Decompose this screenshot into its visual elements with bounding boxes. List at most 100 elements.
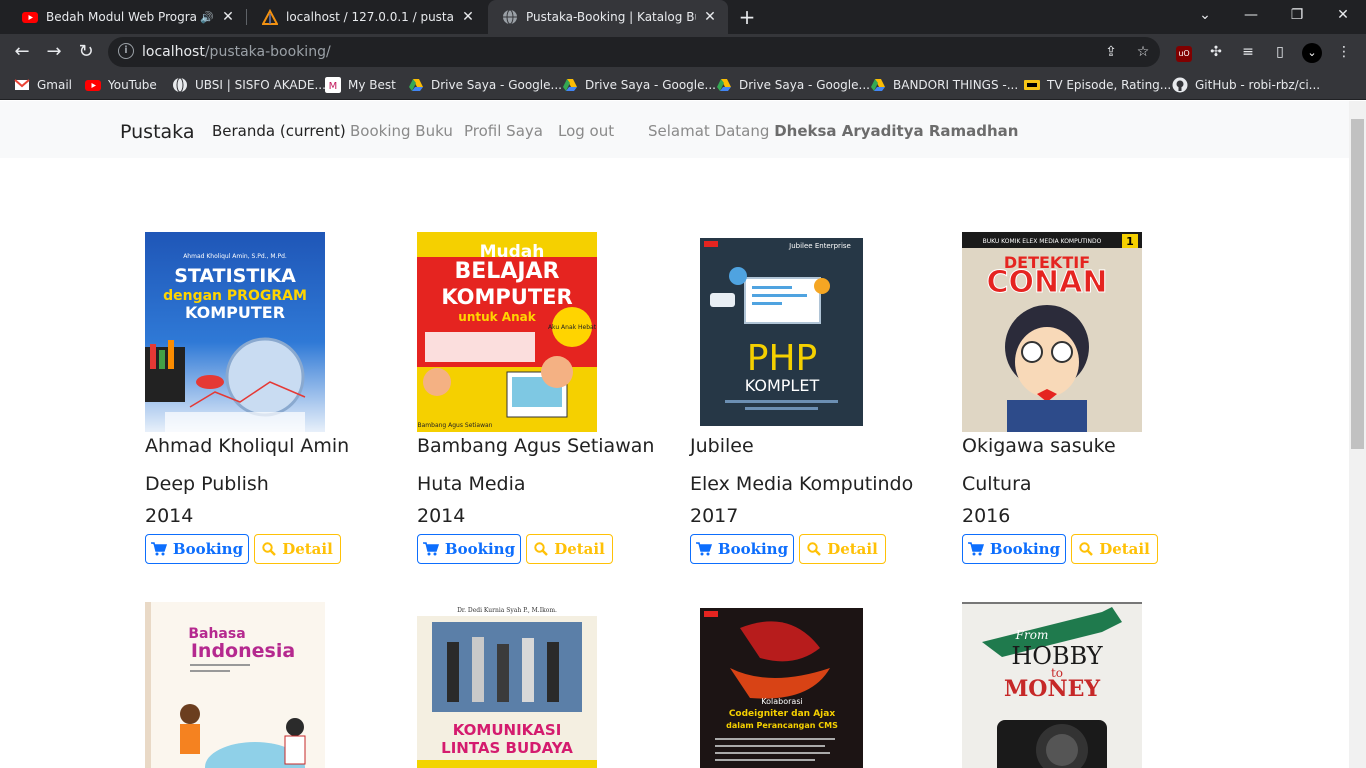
book-cover-image[interactable]: BUKU KOMIK ELEX MEDIA KOMPUTINDO 1 DETEK…	[962, 232, 1142, 432]
detail-label: Detail	[827, 540, 878, 558]
youtube-icon	[85, 80, 101, 91]
bookmark-drive-3[interactable]: Drive Saya - Google...	[716, 76, 870, 94]
nav-link-profil-saya[interactable]: Profil Saya	[464, 122, 543, 140]
menu-kebab-icon[interactable]: ⋮	[1334, 42, 1354, 62]
minimize-button[interactable]: —	[1228, 0, 1274, 30]
back-arrow-icon[interactable]: ←	[8, 38, 36, 66]
book-cover-image[interactable]: Mudah BELAJAR KOMPUTER untuk Anak Aku An…	[417, 232, 597, 432]
detail-button[interactable]: Detail	[254, 534, 341, 564]
brand-link[interactable]: Pustaka	[120, 121, 194, 143]
nav-link-beranda[interactable]: Beranda (current)	[212, 122, 346, 140]
cover-text: 1	[1126, 235, 1134, 248]
cover-text: dalam Perancangan CMS	[726, 721, 838, 730]
booking-button[interactable]: Booking	[962, 534, 1066, 564]
side-panel-icon[interactable]: ▯	[1270, 42, 1290, 62]
cover-text: Ahmad Kholiqul Amin, S.Pd., M.Pd.	[183, 253, 287, 260]
bookmark-label: Gmail	[37, 78, 73, 92]
bookmark-mybest[interactable]: M My Best	[325, 76, 396, 94]
nav-link-booking-buku[interactable]: Booking Buku	[350, 122, 453, 140]
book-card: Jubilee Enterprise PHP KOMPLET Jubilee E…	[690, 232, 940, 572]
detail-label: Detail	[282, 540, 333, 558]
book-cover-image[interactable]: Kolaborasi Codeigniter dan Ajax dalam Pe…	[700, 608, 863, 768]
bookmark-bandori[interactable]: BANDORI THINGS -...	[870, 76, 1018, 94]
book-author: Ahmad Kholiqul Amin	[145, 435, 350, 457]
browser-tab-phpmyadmin[interactable]: localhost / 127.0.0.1 / pustaka / b ✕	[248, 0, 486, 34]
close-tab-icon[interactable]: ✕	[220, 9, 236, 25]
book-card: BUKU KOMIK ELEX MEDIA KOMPUTINDO 1 DETEK…	[962, 232, 1212, 572]
bookmarks-bar: Gmail YouTube UBSI | SISFO AKADE... M My …	[0, 70, 1366, 100]
book-cover-image[interactable]: From HOBBY to MONEY	[962, 602, 1142, 768]
forward-arrow-icon[interactable]: →	[40, 38, 68, 66]
book-publisher: Deep Publish	[145, 473, 269, 495]
book-cover-image[interactable]: Dr. Dedi Kurnia Syah P., M.Ikom. KOMUNIK…	[417, 602, 597, 768]
cover-text: Jubilee Enterprise	[788, 242, 851, 250]
booking-label: Booking	[172, 540, 244, 558]
bookmark-github[interactable]: GitHub - robi-rbz/ci...	[1172, 76, 1320, 94]
bookmark-label: Drive Saya - Google...	[431, 78, 562, 92]
browser-tab-youtube[interactable]: Bedah Modul Web Programm 🔊 ✕	[8, 0, 246, 34]
cover-text: CONAN	[987, 265, 1108, 300]
url-text[interactable]: localhost/pustaka-booking/	[142, 44, 331, 60]
restore-button[interactable]: ❐	[1274, 0, 1320, 30]
book-publisher: Elex Media Komputindo	[690, 473, 914, 495]
detail-button[interactable]: Detail	[1071, 534, 1158, 564]
drive-icon	[563, 79, 577, 91]
booking-label: Booking	[444, 540, 516, 558]
site-info-icon[interactable]: i	[118, 43, 134, 59]
book-cover-image[interactable]: Bahasa Indonesia	[145, 602, 325, 768]
ublock-icon[interactable]: uO	[1174, 42, 1194, 62]
share-icon[interactable]: ⇪	[1102, 43, 1120, 61]
browser-tab-pustaka[interactable]: Pustaka-Booking | Katalog Buku ✕	[488, 0, 728, 34]
book-cover-image[interactable]: Ahmad Kholiqul Amin, S.Pd., M.Pd. STATIS…	[145, 232, 325, 432]
detail-button[interactable]: Detail	[526, 534, 613, 564]
book-year: 2014	[145, 505, 194, 527]
new-tab-button[interactable]: +	[734, 4, 760, 30]
user-name: Dheksa Aryaditya Ramadhan	[774, 122, 1019, 140]
page-scrollbar[interactable]	[1349, 101, 1366, 768]
close-window-button[interactable]: ✕	[1320, 0, 1366, 30]
cover-text: Dr. Dedi Kurnia Syah P., M.Ikom.	[457, 607, 557, 614]
close-tab-icon[interactable]: ✕	[460, 9, 476, 25]
close-tab-icon[interactable]: ✕	[702, 9, 718, 25]
bookmark-youtube[interactable]: YouTube	[85, 76, 157, 94]
bookmark-label: Drive Saya - Google...	[739, 78, 870, 92]
search-icon	[262, 542, 277, 556]
browser-toolbar: ← → ↻ i localhost/pustaka-booking/ ⇪ ☆ u…	[0, 34, 1366, 70]
bookmark-imdb[interactable]: TV Episode, Rating...	[1024, 76, 1171, 94]
cover-text: BELAJAR	[455, 259, 560, 284]
bookmark-star-icon[interactable]: ☆	[1134, 43, 1152, 61]
book-author: Jubilee	[690, 435, 754, 457]
site-navbar: Pustaka Beranda (current) Booking Buku P…	[0, 101, 1349, 158]
profile-avatar-icon[interactable]: ⌄	[1302, 42, 1322, 63]
book-author: Bambang Agus Setiawan	[417, 435, 655, 457]
booking-button[interactable]: Booking	[145, 534, 249, 564]
extensions-puzzle-icon[interactable]: ✣	[1206, 42, 1226, 62]
media-control-icon[interactable]: ≡	[1238, 42, 1258, 62]
bookmark-label: TV Episode, Rating...	[1047, 78, 1172, 92]
bookmark-ubsi[interactable]: UBSI | SISFO AKADE...	[172, 76, 326, 94]
cover-text: Aku Anak Hebat	[548, 324, 597, 331]
bookmark-drive-1[interactable]: Drive Saya - Google...	[408, 76, 562, 94]
booking-button[interactable]: Booking	[417, 534, 521, 564]
speaker-icon[interactable]: 🔊	[200, 11, 214, 24]
detail-button[interactable]: Detail	[799, 534, 886, 564]
nav-link-log-out[interactable]: Log out	[558, 122, 614, 140]
github-icon	[1172, 77, 1188, 93]
cover-text: PHP	[747, 338, 818, 379]
tab-divider	[246, 9, 247, 25]
booking-button[interactable]: Booking	[690, 534, 794, 564]
reload-icon[interactable]: ↻	[72, 38, 100, 66]
tab-search-icon[interactable]: ⌄	[1182, 0, 1228, 30]
book-cover-image[interactable]: Jubilee Enterprise PHP KOMPLET	[700, 238, 863, 426]
tab-title: Bedah Modul Web Programm	[46, 10, 197, 24]
bookmark-label: YouTube	[108, 78, 157, 92]
tab-title: localhost / 127.0.0.1 / pustaka / b	[286, 10, 454, 24]
bookmark-label: My Best	[348, 78, 396, 92]
bookmark-label: BANDORI THINGS -...	[893, 78, 1019, 92]
book-card: Mudah BELAJAR KOMPUTER untuk Anak Aku An…	[417, 232, 667, 572]
bookmark-gmail[interactable]: Gmail	[14, 76, 72, 94]
bookmark-drive-2[interactable]: Drive Saya - Google...	[562, 76, 716, 94]
address-bar[interactable]: i localhost/pustaka-booking/ ⇪ ☆	[108, 37, 1160, 67]
scrollbar-thumb[interactable]	[1351, 119, 1364, 449]
cover-text: KOMUNIKASI	[453, 721, 562, 739]
